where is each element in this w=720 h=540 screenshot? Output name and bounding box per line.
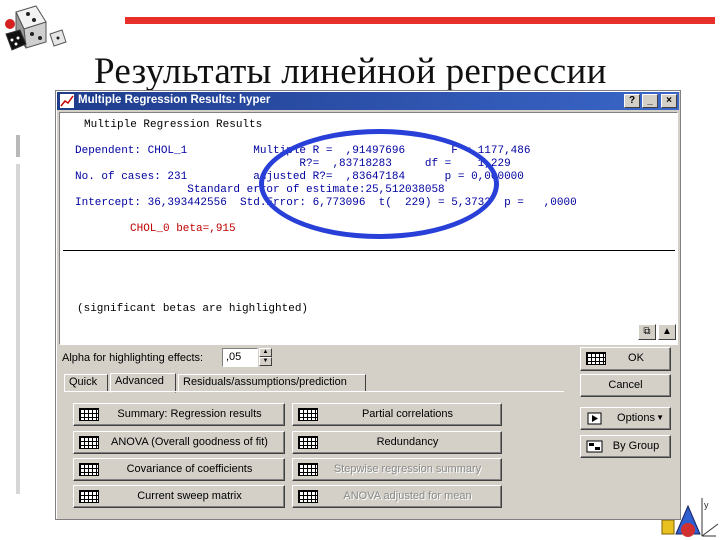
tab-advanced[interactable]: Advanced xyxy=(110,373,176,393)
scroll-up-icon[interactable]: ▲ xyxy=(658,324,676,340)
spreadsheet-icon xyxy=(79,408,99,421)
regression-results-window: Multiple Regression Results: hyper ? _ ×… xyxy=(55,90,681,520)
window-title: Multiple Regression Results: hyper xyxy=(78,94,271,106)
results-line-stderr: Standard error of estimate:25,512038058 xyxy=(75,184,445,196)
close-button[interactable]: × xyxy=(661,94,677,108)
results-heading: Multiple Regression Results xyxy=(84,119,263,131)
svg-text:y: y xyxy=(704,500,709,510)
stepwise-summary-button: Stepwise regression summary xyxy=(292,458,502,481)
spreadsheet-icon xyxy=(79,463,99,476)
left-accent-line xyxy=(16,135,20,157)
options-arrow-icon xyxy=(587,412,602,425)
options-button[interactable]: Options ▼ xyxy=(580,407,671,430)
by-group-icon xyxy=(586,440,603,453)
left-accent-line-long xyxy=(16,164,20,494)
window-titlebar[interactable]: Multiple Regression Results: hyper ? _ × xyxy=(57,92,679,110)
help-button[interactable]: ? xyxy=(624,94,640,108)
covariance-coefficients-button[interactable]: Covariance of coefficients xyxy=(73,458,285,481)
beta-line: CHOL_0 beta=,915 xyxy=(130,223,236,235)
dice-logo-icon xyxy=(5,5,67,51)
spreadsheet-icon xyxy=(298,490,318,503)
significant-betas-note: (significant betas are highlighted) xyxy=(77,303,309,315)
dropdown-arrow-icon: ▼ xyxy=(656,413,664,422)
slide-title: Результаты линейной регрессии xyxy=(94,51,607,92)
tab-residuals[interactable]: Residuals/assumptions/prediction xyxy=(178,374,366,392)
spreadsheet-icon xyxy=(298,408,318,421)
spreadsheet-icon xyxy=(298,463,318,476)
cancel-button[interactable]: Cancel xyxy=(580,374,671,397)
redundancy-button[interactable]: Redundancy xyxy=(292,431,502,454)
anova-adjusted-mean-button: ANOVA adjusted for mean xyxy=(292,485,502,508)
ok-button[interactable]: OK xyxy=(580,347,671,371)
copy-icon[interactable]: ⧉ xyxy=(638,324,656,340)
minimize-button[interactable]: _ xyxy=(642,94,658,108)
alpha-label: Alpha for highlighting effects: xyxy=(62,352,204,364)
current-sweep-matrix-button[interactable]: Current sweep matrix xyxy=(73,485,285,508)
spreadsheet-icon xyxy=(79,490,99,503)
results-output-panel[interactable]: Multiple Regression Results Dependent: C… xyxy=(59,112,678,345)
anova-goodness-button[interactable]: ANOVA (Overall goodness of fit) xyxy=(73,431,285,454)
spreadsheet-icon xyxy=(79,436,99,449)
title-accent-line xyxy=(125,17,715,24)
alpha-spinner[interactable]: ▲ ▼ xyxy=(259,348,272,367)
results-line-r2: R?= ,83718283 df = 1,229 xyxy=(75,158,511,170)
by-group-button[interactable]: By Group xyxy=(580,435,671,458)
spreadsheet-icon xyxy=(586,352,606,365)
alpha-input[interactable]: ,05 xyxy=(222,348,258,367)
results-divider xyxy=(63,250,675,251)
tab-quick[interactable]: Quick xyxy=(64,374,108,392)
results-line-cases: No. of cases: 231 adjusted R?= ,83647184… xyxy=(75,171,524,183)
spreadsheet-icon xyxy=(298,436,318,449)
spin-up-icon[interactable]: ▲ xyxy=(259,348,272,357)
app-icon xyxy=(60,94,74,108)
spin-down-icon[interactable]: ▼ xyxy=(259,357,272,366)
results-line-dependent: Dependent: CHOL_1 Multiple R = ,91497696… xyxy=(75,145,531,157)
summary-regression-button[interactable]: Summary: Regression results xyxy=(73,403,285,426)
partial-correlations-button[interactable]: Partial correlations xyxy=(292,403,502,426)
results-line-intercept: Intercept: 36,393442556 Std.Error: 6,773… xyxy=(75,197,577,209)
